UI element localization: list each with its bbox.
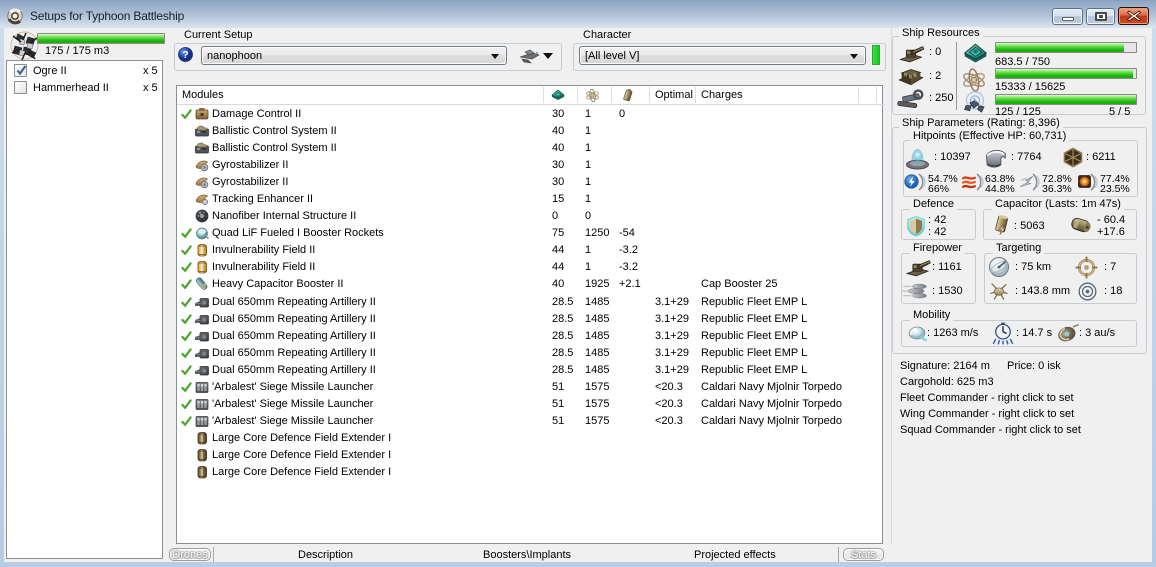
svg-text:N: N [913, 73, 916, 79]
svg-text:N: N [904, 73, 907, 79]
svg-text:N: N [909, 74, 912, 80]
svg-text:?: ? [182, 50, 188, 61]
